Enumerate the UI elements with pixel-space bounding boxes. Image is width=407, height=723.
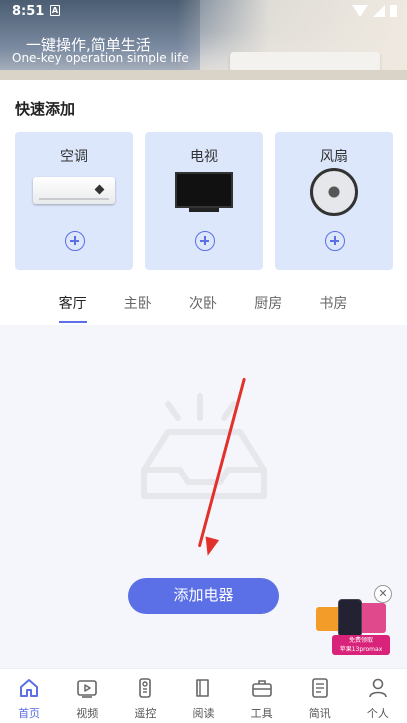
ad-ribbon: 免费领取 苹果13promax (332, 635, 390, 655)
pointer-arrow-head (200, 536, 220, 558)
home-icon (20, 679, 39, 697)
ad-ribbon-line2: 苹果13promax (339, 646, 383, 653)
add-appliance-button[interactable]: 添加电器 (128, 578, 279, 614)
ad-ribbon-line1: 免费领取 (348, 637, 373, 644)
video-icon (77, 680, 98, 698)
nav-home[interactable]: 首页 (0, 669, 58, 723)
nav-label: 视频 (76, 707, 99, 720)
room-tabs: 客厅 主卧 次卧 厨房 书房 (40, 282, 366, 325)
add-circle-icon[interactable] (195, 231, 215, 251)
television-image (175, 172, 233, 208)
quick-add-title: 快速添加 (15, 100, 76, 118)
nav-label: 阅读 (192, 707, 215, 720)
television-stand (189, 208, 219, 212)
card-label: 电视 (190, 149, 218, 165)
card-label: 空调 (60, 149, 88, 165)
ac-display (94, 184, 105, 195)
signal-icon (373, 5, 385, 17)
book-icon (196, 679, 210, 697)
card-label: 风扇 (320, 149, 348, 165)
nav-label: 遥控 (134, 707, 157, 720)
status-indicators (352, 5, 397, 17)
nav-label: 工具 (250, 707, 273, 720)
remote-icon (139, 678, 152, 698)
status-bar: 8:51 A (0, 0, 407, 24)
banner-sofa (230, 52, 380, 72)
close-icon[interactable]: ✕ (374, 585, 392, 603)
nav-remote[interactable]: 遥控 (116, 669, 174, 723)
wifi-icon (352, 5, 368, 17)
floating-ad[interactable]: 免费领取 苹果13promax ✕ (314, 585, 394, 657)
person-icon (369, 678, 387, 698)
nav-video[interactable]: 视频 (58, 669, 116, 723)
status-time: 8:51 (12, 4, 45, 19)
card-television[interactable]: 电视 (145, 132, 263, 270)
nav-read[interactable]: 阅读 (174, 669, 232, 723)
ac-grill (39, 198, 109, 200)
banner-slogan-en: One-key operation simple life (12, 51, 189, 65)
toolbox-icon (251, 680, 272, 697)
gift-box-image (358, 603, 386, 633)
empty-box-icon (141, 393, 267, 499)
nav-label: 简讯 (308, 707, 331, 720)
bottom-nav: 首页 视频 遥控 阅读 工具 简讯 个人 (0, 668, 407, 723)
battery-icon (390, 5, 397, 17)
news-icon (311, 678, 328, 698)
air-conditioner-image (33, 177, 115, 204)
nav-news[interactable]: 简讯 (291, 669, 349, 723)
banner-floor (0, 70, 407, 80)
nav-tools[interactable]: 工具 (233, 669, 291, 723)
add-circle-icon[interactable] (325, 231, 345, 251)
fan-image (310, 168, 358, 216)
add-circle-icon[interactable] (65, 231, 85, 251)
phone-image (338, 599, 362, 637)
card-fan[interactable]: 风扇 (275, 132, 393, 270)
card-air-conditioner[interactable]: 空调 (15, 132, 133, 270)
nav-label: 首页 (18, 707, 41, 720)
tab-living-room[interactable]: 客厅 (40, 282, 105, 325)
tab-study[interactable]: 书房 (301, 282, 366, 325)
tab-master-bedroom[interactable]: 主卧 (105, 282, 170, 325)
notification-icon: A (50, 5, 60, 16)
tab-kitchen[interactable]: 厨房 (236, 282, 301, 325)
tab-second-bedroom[interactable]: 次卧 (170, 282, 235, 325)
nav-profile[interactable]: 个人 (349, 669, 407, 723)
nav-label: 个人 (366, 707, 389, 720)
